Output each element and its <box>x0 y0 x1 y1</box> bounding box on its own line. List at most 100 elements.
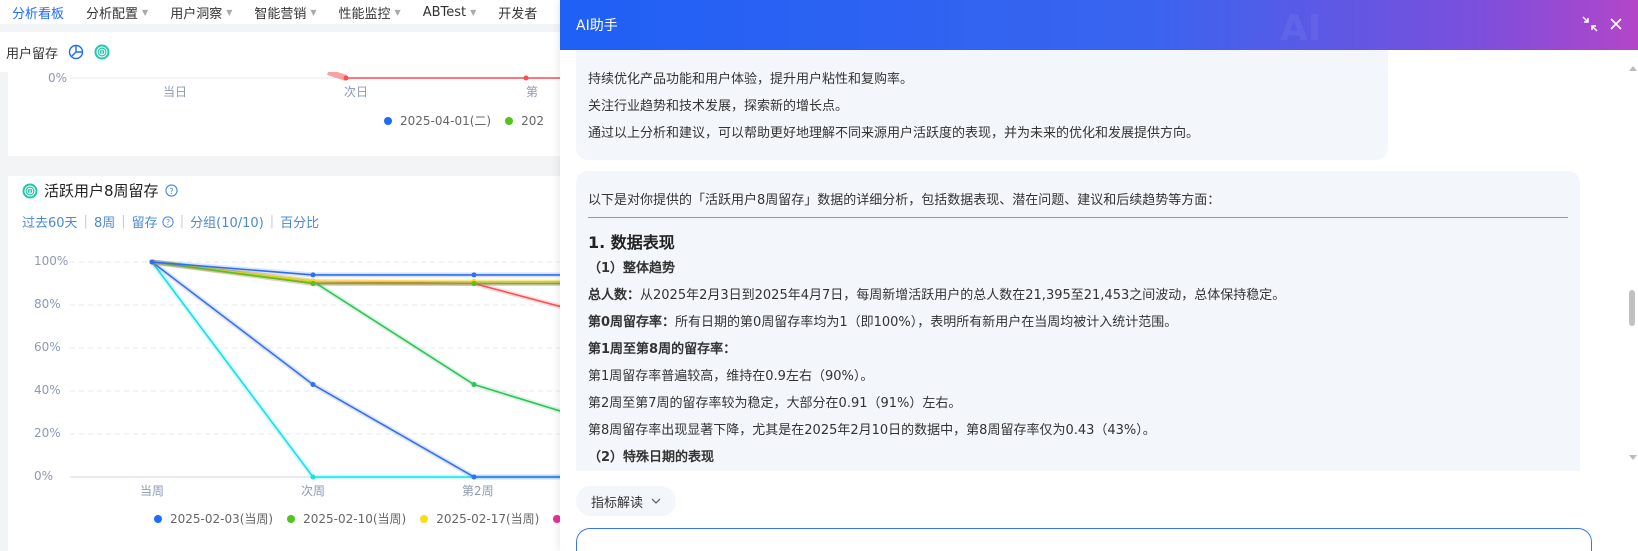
legend-label: 2025-02-03(当周) <box>170 512 274 526</box>
y-tick-label: 40% <box>34 383 61 397</box>
metric-interpretation-button[interactable]: 指标解读 <box>576 486 676 516</box>
nav-item[interactable]: 分析看板 <box>0 3 74 22</box>
nav-item-label: ABTest <box>422 4 467 20</box>
header-decoration: AI <box>1280 8 1321 49</box>
legend-dot <box>420 514 429 523</box>
chart-point <box>523 75 529 81</box>
message-line: 总人数：从2025年2月3日到2025年4月7日，每周新增活跃用户的总人数在21… <box>588 284 1285 303</box>
sub-heading: （2）特殊日期的表现 <box>588 450 715 465</box>
nav-item[interactable]: 性能监控 ▼ <box>327 3 411 22</box>
chart-legend: 2025-02-03(当周) 2025-02-10(当周) 2025-02-17(当… <box>154 510 562 527</box>
data-point[interactable] <box>310 281 316 286</box>
caret-down-icon: ▼ <box>142 7 149 17</box>
legend-item[interactable]: 2025-02-17(当周) <box>420 510 539 527</box>
series-line-6[interactable] <box>151 261 560 478</box>
series-glow <box>150 260 560 480</box>
legend-item[interactable]: 202 <box>505 114 544 128</box>
message-line: 关注行业趋势和技术发展，探索新的增长点。 <box>588 99 849 114</box>
nav-item-label: 分析配置 <box>86 6 139 22</box>
scrollbar[interactable] <box>1626 60 1638 466</box>
message-line: 持续优化产品功能和用户体验，提升用户粘性和复购率。 <box>588 72 914 87</box>
data-point[interactable] <box>471 474 477 480</box>
section-heading: 1. 数据表现 <box>588 233 675 252</box>
nav-item-label: 分析看板 <box>12 6 65 22</box>
legend-label: 202 <box>521 113 545 128</box>
assistant-message: 持续优化产品功能和用户体验，提升用户粘性和复购率。 关注行业趋势和技术发展，探索… <box>576 50 1388 160</box>
line-text: 所有日期的第0周留存率均为1（即100%），表明所有新用户在当周均被计入统计范围… <box>675 315 1178 330</box>
x-tick-label: 次日 <box>344 85 369 99</box>
y-tick-label: 60% <box>34 340 61 354</box>
legend-label: 2025-04-01(二) <box>400 114 492 128</box>
legend-dot <box>154 514 162 523</box>
caret-down-icon: ▼ <box>310 7 317 17</box>
chart-point <box>343 75 349 81</box>
y-tick-label: 80% <box>34 297 61 311</box>
nav-item[interactable]: 智能营销 ▼ <box>242 3 326 22</box>
x-tick-label: 当周 <box>140 484 165 498</box>
nav-item[interactable]: 开发者 <box>486 3 547 22</box>
metric-button-label: 指标解读 <box>590 495 643 511</box>
close-icon[interactable] <box>1608 16 1624 32</box>
assistant-message: 以下是对你提供的「活跃用户8周留存」数据的详细分析，包括数据表现、潜在问题、建议… <box>576 171 1580 471</box>
svg-text:AI: AI <box>1280 8 1321 49</box>
sub-heading: （1）整体趋势 <box>588 261 676 276</box>
caret-down-icon: ▼ <box>470 7 477 17</box>
nav-item[interactable]: 用户洞察 ▼ <box>158 3 242 22</box>
page-title: 用户留存 <box>6 46 59 62</box>
nav-item[interactable]: ABTest ▼ <box>411 5 487 20</box>
legend-dot <box>505 116 514 125</box>
legend-label: 2025-02-17(当周) <box>436 512 540 526</box>
sub-header: 用户留存 <box>0 32 560 72</box>
series-line-7[interactable] <box>151 261 560 478</box>
data-point[interactable] <box>471 281 477 286</box>
scroll-thumb[interactable] <box>1629 290 1635 326</box>
x-tick-label: 当日 <box>163 85 188 99</box>
message-line: 第0周留存率：所有日期的第0周留存率均为1（即100%），表明所有新用户在当周均… <box>588 311 1177 330</box>
legend-item[interactable]: 2025-02-10(当周) <box>287 510 406 527</box>
legend-dot <box>287 514 296 523</box>
caret-down-icon: ▼ <box>394 7 401 17</box>
y-tick-label: 0% <box>34 469 54 483</box>
nav-item-label: 开发者 <box>498 6 538 22</box>
nav-item-label: 性能监控 <box>338 6 391 22</box>
fingerprint-icon[interactable] <box>94 44 110 60</box>
ai-assistant-panel: AI助手 AI 持续优化产品功能和用户体验，提升用户粘性和复购率。 关注行业趋势… <box>560 0 1638 551</box>
line-text: 从2025年2月3日到2025年4月7日，每周新增活跃用户的总人数在21,395… <box>640 288 1286 303</box>
legend-item[interactable]: 2025-02-03(当周) <box>154 510 273 527</box>
message-line: 第1周留存率普遍较高，维持在0.9左右（90%）。 <box>588 369 874 384</box>
message-line: 通过以上分析和建议，可以帮助更好地理解不同来源用户活跃度的表现，并为未来的优化和… <box>588 126 1200 141</box>
data-point[interactable] <box>149 259 155 265</box>
message-line: 第8周留存率出现显著下降，尤其是在2025年2月10日的数据中，第8周留存率仅为… <box>588 423 1156 438</box>
scroll-up-arrow[interactable] <box>1629 66 1637 71</box>
message-line: 第2周至第7周的留存率较为稳定，大部分在0.91（91%）左右。 <box>588 396 962 411</box>
legend-dot <box>384 116 392 125</box>
y-tick-label: 0% <box>48 71 68 85</box>
scroll-down-arrow[interactable] <box>1629 455 1637 460</box>
x-tick-label: 第 <box>526 85 539 99</box>
nav-item-label: 用户洞察 <box>170 6 223 22</box>
caret-down-icon: ▼ <box>226 7 233 17</box>
series-glow <box>151 259 560 278</box>
user-retention-card: 0% 当日 次日 第 2025-04-01(二) 202 <box>8 71 560 156</box>
message-line: 第1周至第8周的留存率： <box>588 342 737 357</box>
data-point[interactable] <box>310 474 316 480</box>
data-point[interactable] <box>310 382 316 388</box>
bold-label: 第0周留存率： <box>588 315 676 330</box>
y-tick-label: 20% <box>34 426 61 440</box>
x-tick-label: 第2周 <box>462 484 494 498</box>
ai-title: AI助手 <box>576 18 618 34</box>
message-intro: 以下是对你提供的「活跃用户8周留存」数据的详细分析，包括数据表现、潜在问题、建议… <box>588 193 1221 208</box>
legend-item[interactable]: 2025-04-01(二) <box>384 112 491 129</box>
chat-input[interactable] <box>576 528 1592 551</box>
nav-item[interactable]: 分析配置 ▼ <box>74 3 158 22</box>
series-glow <box>149 260 560 480</box>
data-point[interactable] <box>471 382 477 388</box>
y-tick-label: 100% <box>34 254 69 268</box>
data-point[interactable] <box>310 272 316 278</box>
ai-header: AI助手 AI <box>560 0 1638 50</box>
chart-legend: 2025-04-01(二) 202 <box>384 112 544 129</box>
pie-chart-icon[interactable] <box>68 44 84 60</box>
data-point[interactable] <box>471 272 477 278</box>
nav-item-label: 智能营销 <box>254 6 307 22</box>
minimize-icon[interactable] <box>1582 16 1598 32</box>
